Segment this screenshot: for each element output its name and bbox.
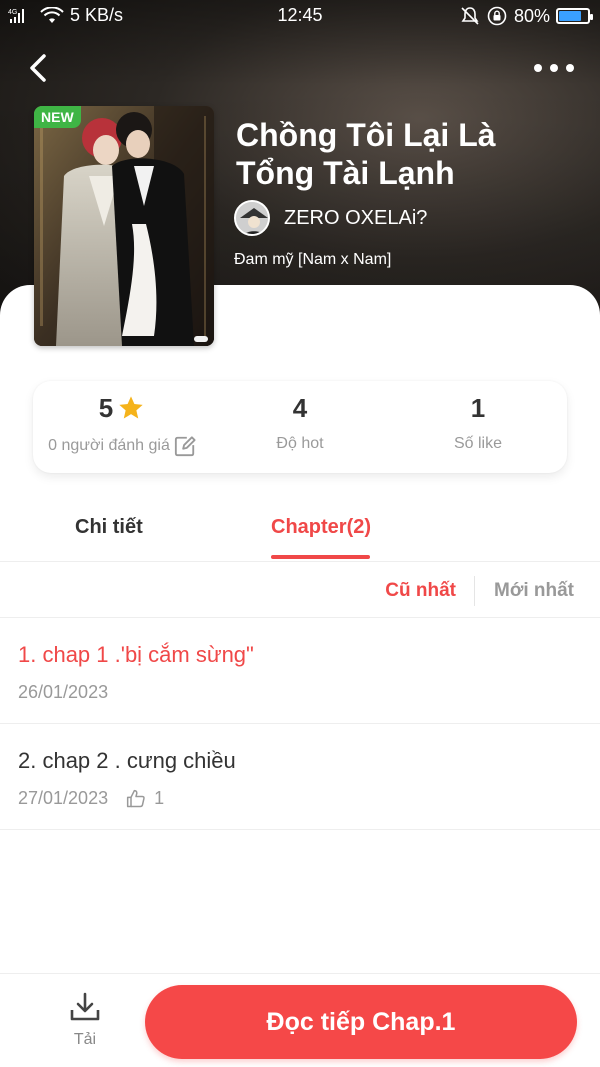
- status-right: 80%: [460, 5, 593, 27]
- sort-bar: Cũ nhất Mới nhất: [0, 563, 600, 618]
- stats-card: 5 0 người đánh giá 4 Độ hot 1 Số like: [33, 381, 567, 473]
- new-badge: NEW: [34, 106, 81, 128]
- stat-hot: 4 Độ hot: [211, 381, 389, 473]
- hot-value: 4: [292, 392, 308, 423]
- sort-oldest-button[interactable]: Cũ nhất: [385, 580, 456, 602]
- chapter-title: 1. chap 1 .'bị cắm sừng": [18, 642, 254, 667]
- rating-label: 0 người đánh giá: [48, 437, 170, 454]
- more-options-button[interactable]: [534, 56, 574, 80]
- book-cover: NEW: [34, 106, 214, 346]
- more-dot: [534, 64, 542, 72]
- stat-likes: 1 Số like: [389, 381, 567, 473]
- chapter-item[interactable]: 1. chap 1 .'bị cắm sừng" 26/01/2023: [0, 618, 600, 724]
- chapter-item[interactable]: 2. chap 2 . cưng chiều 27/01/2023 1: [0, 724, 600, 830]
- sort-newest-button[interactable]: Mới nhất: [494, 580, 574, 602]
- stat-rating[interactable]: 5 0 người đánh giá: [33, 381, 211, 473]
- book-title: Chồng Tôi Lại Là Tổng Tài Lạnh: [236, 117, 496, 191]
- chapter-date: 27/01/2023: [18, 788, 109, 808]
- edit-icon[interactable]: [174, 435, 196, 457]
- notifications-off-icon: [461, 7, 479, 25]
- rating-value: 5: [98, 392, 114, 423]
- rating-label-row: 0 người đánh giá: [33, 435, 211, 457]
- tab-bar: Chi tiết Chapter(2): [0, 500, 600, 562]
- status-bar: 4G 5 KB/s 12:45 80%: [0, 0, 600, 32]
- battery-icon: [556, 8, 593, 24]
- more-dot: [566, 64, 574, 72]
- cover-artwork: [34, 106, 214, 346]
- author-avatar: [234, 200, 270, 236]
- chapter-title: 2. chap 2 . cưng chiều: [18, 748, 236, 773]
- thumbs-up-icon: [127, 789, 145, 807]
- download-icon: [70, 992, 100, 1021]
- chapter-likes: 1: [126, 788, 164, 809]
- battery-level: [559, 11, 582, 21]
- sort-divider: [474, 576, 475, 606]
- chapter-meta: 27/01/2023 1: [18, 788, 164, 809]
- author-row[interactable]: ZERO OXELAi?: [234, 200, 427, 236]
- back-button[interactable]: [22, 50, 58, 86]
- download-label: Tải: [73, 1031, 97, 1048]
- chevron-left-icon: [30, 54, 46, 82]
- tab-chapter[interactable]: Chapter(2): [271, 516, 371, 539]
- tab-detail[interactable]: Chi tiết: [75, 516, 143, 539]
- download-button[interactable]: Tải: [60, 992, 110, 1049]
- book-genre[interactable]: Đam mỹ [Nam x Nam]: [234, 251, 391, 269]
- more-dot: [550, 64, 558, 72]
- battery-percent: 80%: [513, 5, 550, 26]
- bottom-action-bar: Tải Đọc tiếp Chap.1: [0, 973, 600, 1067]
- star-icon: [119, 396, 143, 419]
- like-value: 1: [470, 392, 486, 423]
- active-tab-indicator: [271, 555, 370, 559]
- chapter-meta: 26/01/2023: [18, 682, 108, 703]
- chapter-date: 26/01/2023: [18, 682, 109, 702]
- rating-value-row: 5: [33, 393, 211, 423]
- author-name: ZERO OXELAi?: [284, 206, 428, 229]
- hot-label: Độ hot: [276, 435, 324, 452]
- continue-reading-button[interactable]: Đọc tiếp Chap.1: [145, 985, 577, 1059]
- chapter-like-count: 1: [154, 788, 165, 808]
- like-label: Số like: [453, 435, 503, 452]
- rotation-lock-icon: [487, 6, 507, 26]
